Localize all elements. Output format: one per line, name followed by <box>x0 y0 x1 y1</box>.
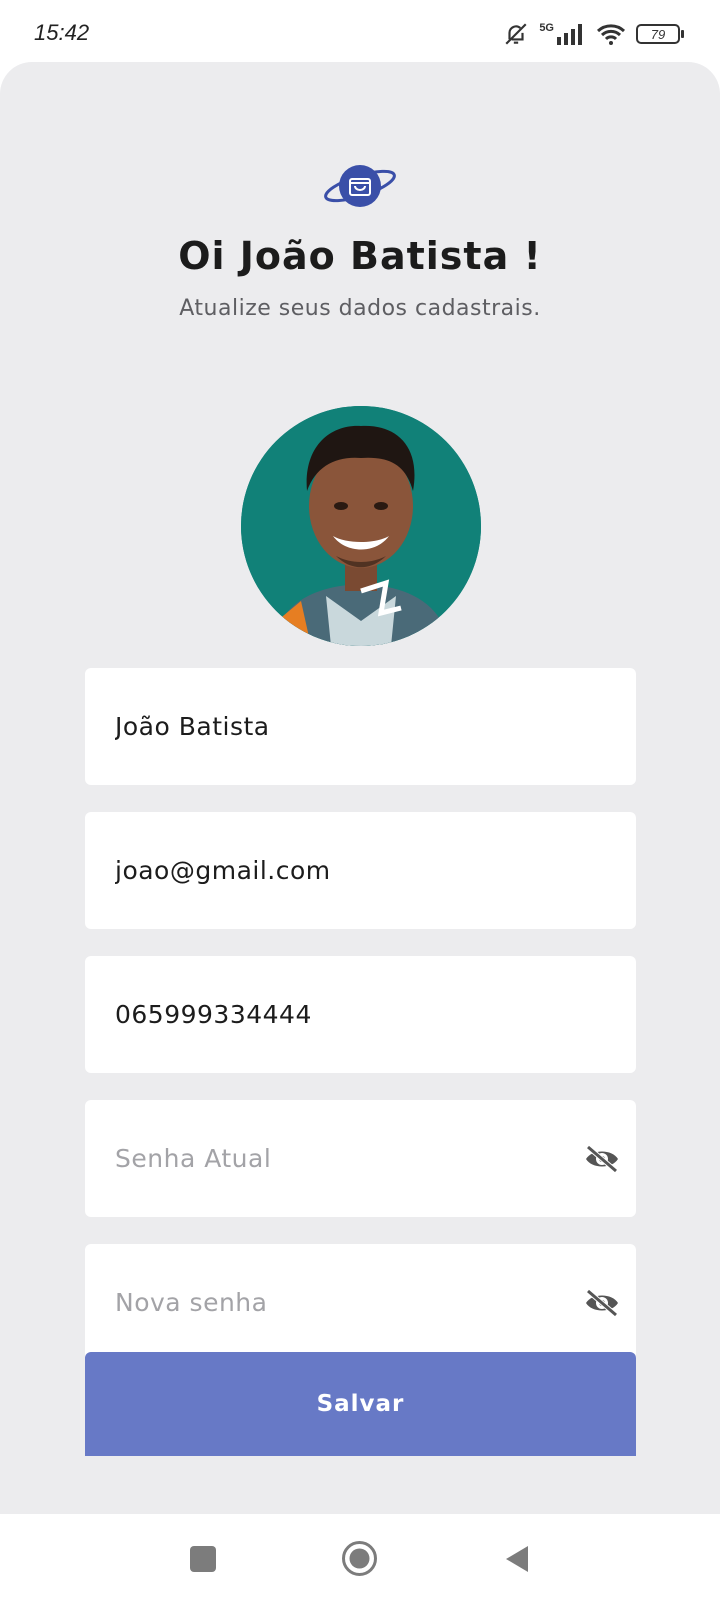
back-triangle-icon[interactable] <box>504 1544 530 1574</box>
recents-square-icon[interactable] <box>190 1546 216 1572</box>
phone-input[interactable] <box>115 956 555 1073</box>
phone-field[interactable] <box>85 956 636 1073</box>
new-password-input[interactable] <box>115 1244 555 1361</box>
new-password-field[interactable] <box>85 1244 636 1361</box>
status-bar: 15:42 5G 79 <box>0 0 720 62</box>
email-input[interactable] <box>115 812 555 929</box>
signal-icon <box>557 24 582 45</box>
current-password-input[interactable] <box>115 1100 555 1217</box>
battery-icon: 79 <box>636 24 684 44</box>
avatar[interactable] <box>241 406 481 646</box>
current-password-field[interactable] <box>85 1100 636 1217</box>
greeting-subtitle: Atualize seus dados cadastrais. <box>179 296 541 321</box>
toggle-current-password-visibility-button[interactable] <box>584 1141 620 1177</box>
status-icons: 5G 79 <box>503 20 684 48</box>
profile-sheet: Oi João Batista ! Atualize seus dados ca… <box>0 62 720 1514</box>
name-input[interactable] <box>115 668 555 785</box>
save-button[interactable]: Salvar <box>85 1352 636 1456</box>
eye-off-icon <box>586 1289 618 1317</box>
system-navigation-bar <box>0 1514 720 1600</box>
toggle-new-password-visibility-button[interactable] <box>584 1285 620 1321</box>
status-time: 15:42 <box>34 20 90 45</box>
email-field[interactable] <box>85 812 636 929</box>
shopping-bag-planet-icon <box>324 165 396 207</box>
bell-off-icon <box>505 23 527 45</box>
name-field[interactable] <box>85 668 636 785</box>
eye-off-icon <box>586 1145 618 1173</box>
wifi-icon <box>596 24 626 45</box>
network-type-label: 5G <box>539 22 554 34</box>
user-photo <box>241 406 481 646</box>
greeting-title: Oi João Batista ! <box>178 234 542 278</box>
home-circle-icon[interactable] <box>341 1540 378 1577</box>
battery-level: 79 <box>650 26 666 42</box>
